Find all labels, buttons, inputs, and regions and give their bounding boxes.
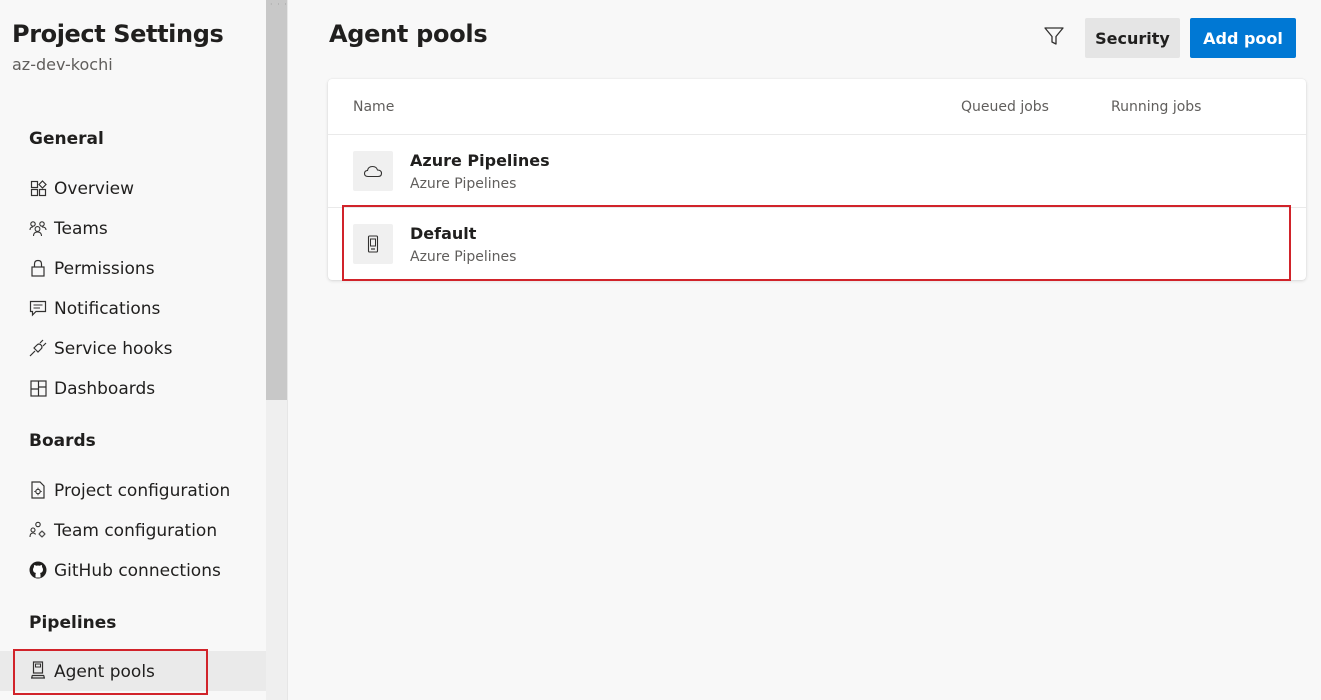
- filter-icon: [1043, 25, 1065, 51]
- column-header-running-jobs[interactable]: Running jobs: [1111, 99, 1201, 115]
- agent-device-icon: [353, 224, 393, 264]
- sidebar-item-label: Overview: [54, 179, 135, 199]
- section-header-boards: Boards: [29, 431, 96, 451]
- column-header-queued-jobs[interactable]: Queued jobs: [961, 99, 1049, 115]
- sidebar: Project Settings az-dev-kochi General Ov…: [0, 0, 266, 700]
- plug-icon: [29, 339, 47, 357]
- team-gear-icon: [29, 521, 47, 539]
- sidebar-item-permissions[interactable]: Permissions: [0, 250, 266, 288]
- table-row[interactable]: Azure Pipelines Azure Pipelines: [328, 135, 1306, 207]
- pool-name: Azure Pipelines: [410, 151, 550, 170]
- agent-pool-icon: [29, 661, 47, 679]
- sidebar-item-label: Team configuration: [54, 521, 218, 541]
- chat-icon: [29, 299, 47, 317]
- sidebar-item-github-connections[interactable]: GitHub connections: [0, 552, 266, 590]
- table-row[interactable]: Default Azure Pipelines: [328, 208, 1306, 280]
- sidebar-item-dashboards[interactable]: Dashboards: [0, 370, 266, 408]
- filter-button[interactable]: [1036, 20, 1072, 56]
- sidebar-item-teams[interactable]: Teams: [0, 210, 266, 248]
- sidebar-item-service-hooks[interactable]: Service hooks: [0, 330, 266, 368]
- sidebar-item-agent-pools[interactable]: Agent pools: [0, 651, 266, 691]
- sidebar-item-label: Dashboards: [54, 379, 156, 399]
- overview-icon: [29, 179, 47, 197]
- document-gear-icon: [29, 481, 47, 499]
- sidebar-item-label: Permissions: [54, 259, 155, 279]
- pane-divider: [287, 0, 288, 700]
- sidebar-scrollbar-thumb[interactable]: [266, 0, 287, 400]
- sidebar-item-label: Teams: [54, 219, 108, 239]
- sidebar-item-label: Service hooks: [54, 339, 173, 359]
- sidebar-item-label: Project configuration: [54, 481, 231, 501]
- sidebar-item-label: Agent pools: [54, 662, 155, 682]
- section-header-pipelines: Pipelines: [29, 613, 117, 633]
- sidebar-item-project-configuration[interactable]: Project configuration: [0, 472, 266, 510]
- dashboard-icon: [29, 379, 47, 397]
- pool-subtitle: Azure Pipelines: [410, 176, 517, 192]
- sidebar-item-overview[interactable]: Overview: [0, 170, 266, 208]
- sidebar-item-notifications[interactable]: Notifications: [0, 290, 266, 328]
- page-title: Agent pools: [329, 20, 488, 48]
- add-pool-button[interactable]: Add pool: [1190, 18, 1296, 58]
- lock-icon: [29, 259, 47, 277]
- sidebar-item-label: Notifications: [54, 299, 161, 319]
- security-button[interactable]: Security: [1085, 18, 1180, 58]
- github-icon: [29, 561, 47, 579]
- project-name: az-dev-kochi: [12, 55, 113, 74]
- sidebar-item-label: GitHub connections: [54, 561, 221, 581]
- pool-subtitle: Azure Pipelines: [410, 249, 517, 265]
- section-header-general: General: [29, 129, 104, 149]
- agent-pools-table: Name Queued jobs Running jobs Azure Pipe…: [328, 79, 1306, 280]
- pool-name: Default: [410, 224, 477, 243]
- teams-icon: [29, 219, 47, 237]
- column-header-name[interactable]: Name: [353, 99, 394, 115]
- sidebar-title: Project Settings: [12, 20, 224, 48]
- cloud-icon: [353, 151, 393, 191]
- sidebar-item-team-configuration[interactable]: Team configuration: [0, 512, 266, 550]
- sidebar-resize-grip[interactable]: · · ·: [270, 0, 288, 9]
